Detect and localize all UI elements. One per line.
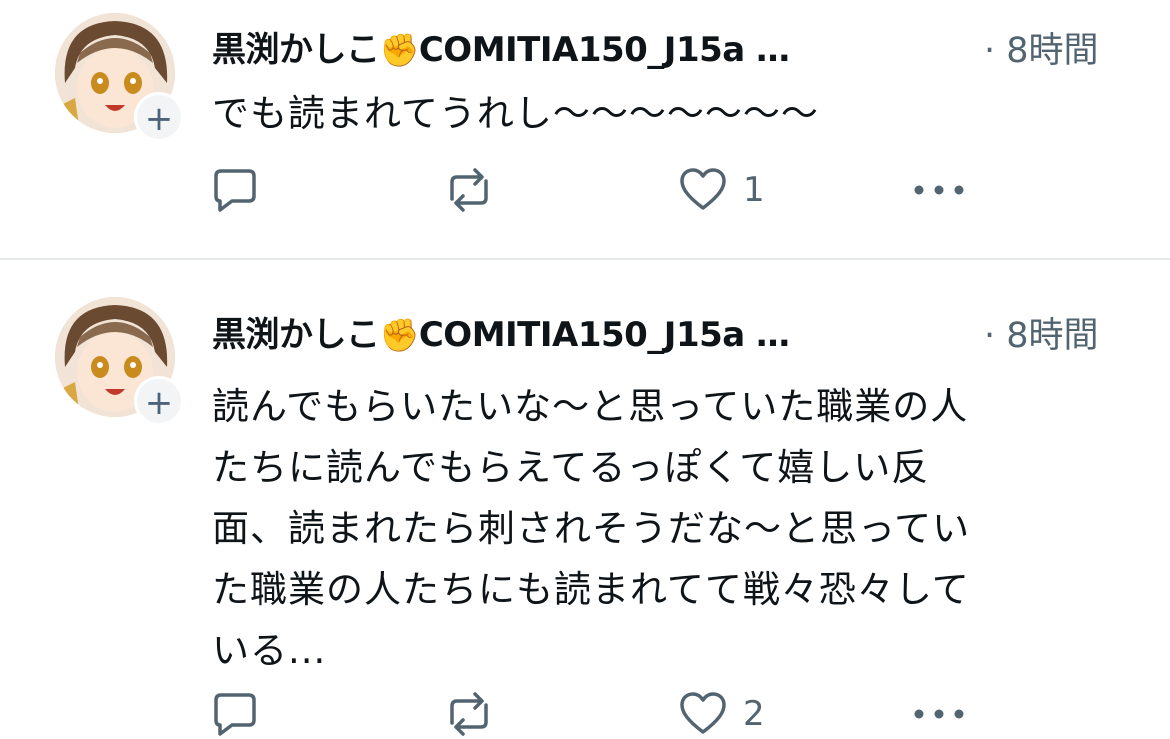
more-button[interactable] (912, 165, 966, 215)
more-button[interactable] (912, 689, 966, 739)
tweet-text: でも読まれてうれし〜〜〜〜〜〜〜 (212, 92, 819, 135)
follow-plus-icon[interactable]: + (134, 376, 184, 426)
raised-fist-emoji-icon: ✊ (379, 316, 420, 354)
reply-button[interactable] (210, 689, 260, 739)
author-name[interactable]: 黒渕かしこ✊COMITIA150_J15a … (212, 307, 790, 356)
reply-icon (214, 693, 256, 736)
retweet-icon (450, 168, 488, 212)
avatar[interactable]: + (55, 13, 184, 142)
heart-icon (680, 692, 726, 734)
tweet[interactable]: + 黒渕かしこ✊COMITIA150_J15a … · 8時間 でも読まれてうれ… (0, 0, 1170, 258)
retweet-icon (450, 692, 488, 736)
heart-icon (680, 168, 726, 210)
like-button[interactable]: 1 (679, 165, 765, 215)
retweet-button[interactable] (444, 165, 494, 215)
more-icon (914, 709, 964, 719)
like-count: 1 (743, 170, 765, 210)
tweet-actions: 2 (0, 689, 1170, 739)
timestamp[interactable]: · 8時間 (984, 307, 1099, 358)
timestamp[interactable]: · 8時間 (984, 22, 1099, 73)
like-count: 2 (743, 694, 765, 734)
reply-button[interactable] (210, 165, 260, 215)
tweet[interactable]: + 黒渕かしこ✊COMITIA150_J15a … · 8時間 読んでもらいたい… (0, 260, 1170, 736)
avatar[interactable]: + (55, 297, 184, 426)
raised-fist-emoji-icon: ✊ (379, 31, 420, 69)
tweet-actions: 1 (0, 165, 1170, 215)
author-name[interactable]: 黒渕かしこ✊COMITIA150_J15a … (212, 22, 790, 71)
reply-icon (214, 169, 256, 212)
retweet-button[interactable] (444, 689, 494, 739)
tweet-text: 読んでもらいたいな〜と思っていた職業の人 たちに読んでもらえてるっぽくて嬉しい反… (212, 385, 971, 672)
follow-plus-icon[interactable]: + (134, 92, 184, 142)
like-button[interactable]: 2 (679, 689, 765, 739)
more-icon (914, 185, 964, 195)
